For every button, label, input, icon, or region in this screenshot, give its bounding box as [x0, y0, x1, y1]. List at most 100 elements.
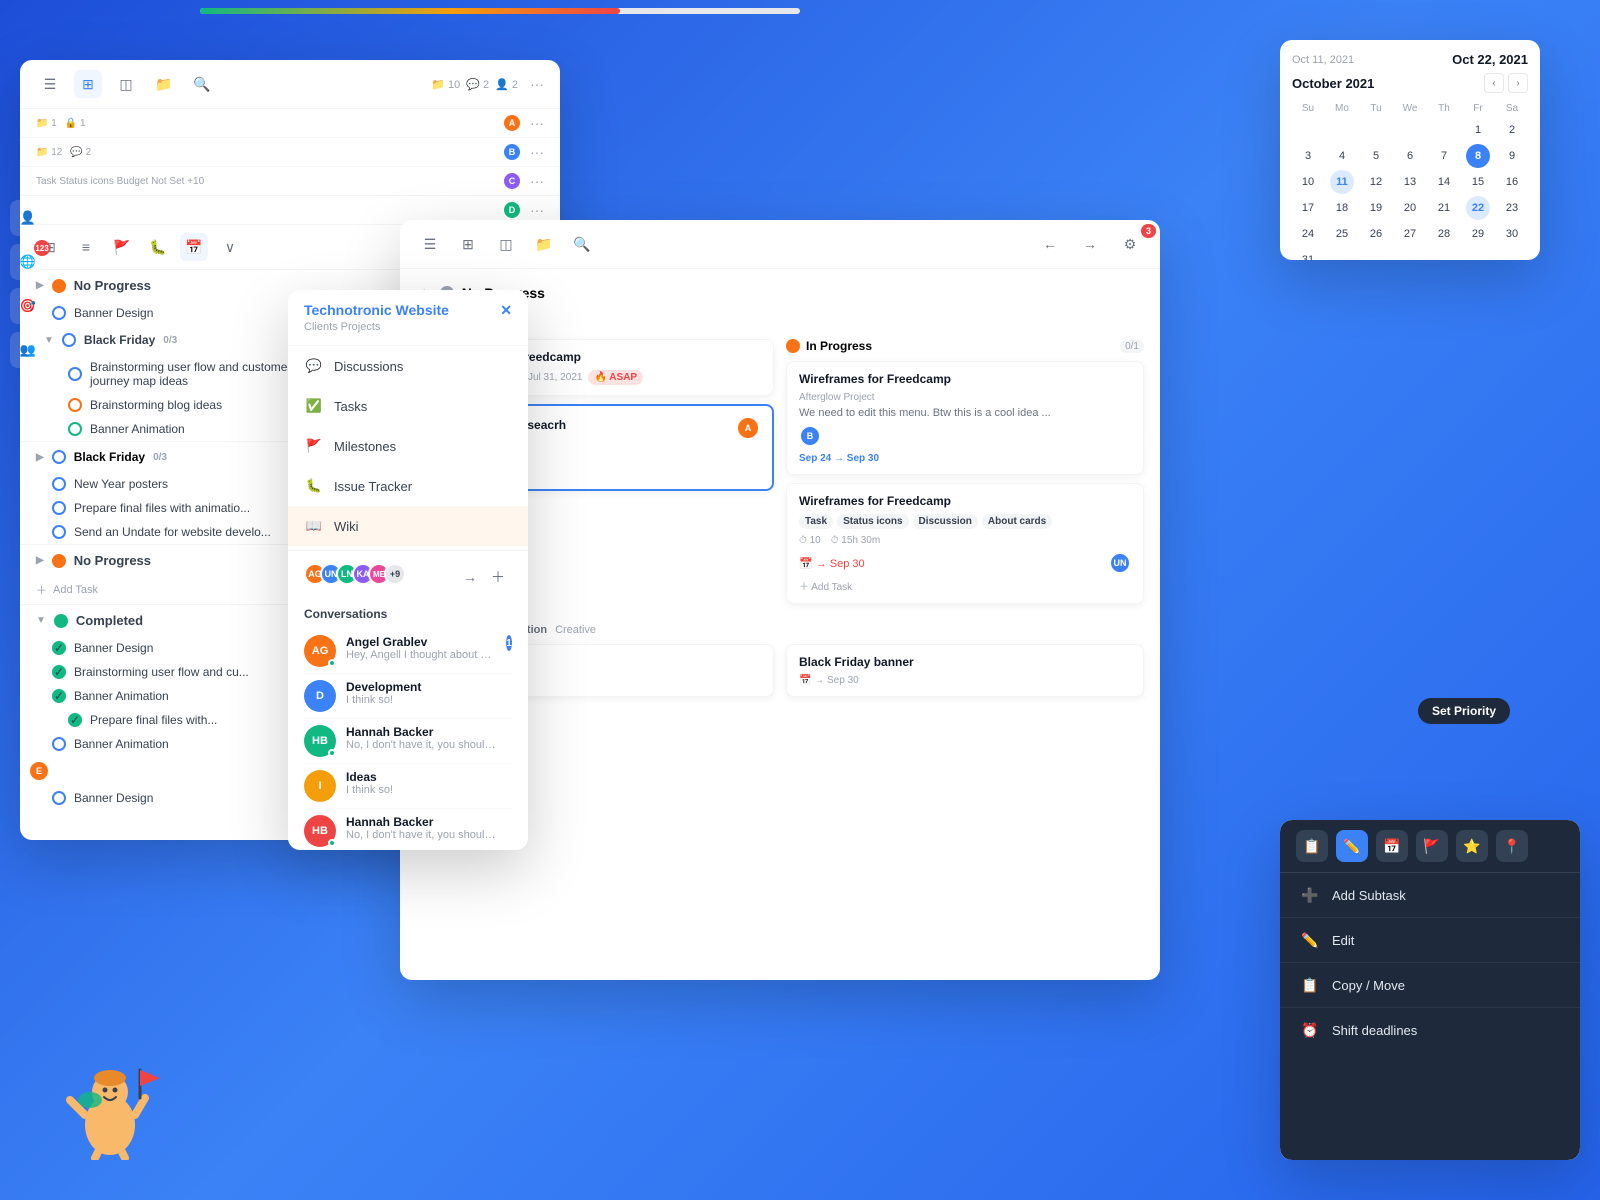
card-ip-1[interactable]: Wireframes for Freedcamp Afterglow Proje… — [786, 361, 1144, 475]
sd-item-discussions[interactable]: 💬 Discussions — [288, 346, 528, 386]
comp-dot — [54, 614, 68, 628]
np2-chevron[interactable]: ▶ — [36, 555, 44, 566]
cal-day-5[interactable]: 5 — [1364, 144, 1388, 168]
card-bf-banner[interactable]: Black Friday banner 📅 → Sep 30 — [786, 644, 1144, 697]
cal-day-28[interactable]: 28 — [1432, 222, 1456, 246]
row2-more[interactable]: ··· — [530, 144, 544, 160]
ctx-btn-pin[interactable]: 📍 — [1496, 830, 1528, 862]
cal-day-24[interactable]: 24 — [1296, 222, 1320, 246]
cal-day-26[interactable]: 26 — [1364, 222, 1388, 246]
conv-item-3[interactable]: HB Hannah Backer No, I don't have it, yo… — [304, 719, 512, 764]
cal-day-13[interactable]: 13 — [1398, 170, 1422, 194]
conv-content-4: Ideas I think so! — [346, 770, 512, 802]
ctx-btn-edit[interactable]: ✏️ — [1336, 830, 1368, 862]
cal-day-20[interactable]: 20 — [1398, 196, 1422, 220]
card-ip-1-meta: B — [799, 425, 1131, 447]
cal-day-27[interactable]: 27 — [1398, 222, 1422, 246]
conv-item-4[interactable]: I Ideas I think so! — [304, 764, 512, 809]
c-forward-icon[interactable]: → — [1076, 230, 1104, 258]
bf2-chevron[interactable]: ▶ — [36, 452, 44, 463]
sd-expand-btn[interactable]: → — [456, 563, 484, 591]
sd-item-milestones[interactable]: 🚩 Milestones — [288, 426, 528, 466]
calendar-icon-toolbar[interactable]: 📅 — [180, 233, 208, 261]
sd-item-issue-tracker[interactable]: 🐛 Issue Tracker — [288, 466, 528, 506]
conv-name-2: Development — [346, 680, 512, 694]
set-priority-bubble[interactable]: Set Priority — [1418, 698, 1510, 724]
c-layers-icon[interactable]: ◫ — [492, 230, 520, 258]
menu-icon[interactable]: ☰ — [36, 70, 64, 98]
ctx-btn-flag[interactable]: 🚩 — [1416, 830, 1448, 862]
cal-day-25[interactable]: 25 — [1330, 222, 1354, 246]
cal-day-7[interactable]: 7 — [1432, 144, 1456, 168]
cal-day-10[interactable]: 10 — [1296, 170, 1320, 194]
cal-day-19[interactable]: 19 — [1364, 196, 1388, 220]
sidebar-icon-profile[interactable]: 👤 — [10, 200, 46, 236]
folder-icon[interactable]: 📁 — [150, 70, 178, 98]
chevron-icon[interactable]: ∨ — [216, 233, 244, 261]
cal-day-30[interactable]: 30 — [1500, 222, 1524, 246]
c-menu-icon[interactable]: ☰ — [416, 230, 444, 258]
ip-label: In Progress — [806, 339, 872, 353]
layers-icon[interactable]: ◫ — [112, 70, 140, 98]
cal-day-2[interactable]: 2 — [1500, 118, 1524, 142]
sd-close-icon[interactable]: ✕ — [500, 302, 512, 319]
comp-chevron[interactable]: ▼ — [36, 615, 46, 626]
cal-day-6[interactable]: 6 — [1398, 144, 1422, 168]
cal-prev-btn[interactable]: ‹ — [1484, 73, 1504, 93]
more-options[interactable]: ··· — [530, 76, 544, 92]
ctx-edit[interactable]: ✏️ Edit — [1280, 918, 1580, 963]
ctx-btn-copy[interactable]: 📋 — [1296, 830, 1328, 862]
grid-icon[interactable]: ⊞ — [74, 70, 102, 98]
flag-icon[interactable]: 🚩 — [108, 233, 136, 261]
conv-text-2: I think so! — [346, 694, 496, 706]
ctx-btn-cal[interactable]: 📅 — [1376, 830, 1408, 862]
cal-day-4[interactable]: 4 — [1330, 144, 1354, 168]
conv-text-3: No, I don't have it, you should ask... — [346, 739, 496, 751]
cal-day-1[interactable]: 1 — [1466, 118, 1490, 142]
comp-check-5 — [52, 737, 66, 751]
row3-more[interactable]: ··· — [530, 173, 544, 189]
conv-item-2[interactable]: D Development I think so! — [304, 674, 512, 719]
cal-day-8[interactable]: 8 — [1466, 144, 1490, 168]
sidebar-icon-target[interactable]: 🎯 — [10, 288, 46, 324]
cal-day-23[interactable]: 23 — [1500, 196, 1524, 220]
conv-item-1[interactable]: AG Angel Grablev Hey, Angell I thought a… — [304, 629, 512, 674]
conv-item-5[interactable]: HB Hannah Backer No, I don't have it, yo… — [304, 809, 512, 850]
card-ip-2-add[interactable]: ＋ Add Task — [799, 578, 1131, 593]
sidebar-icon-global[interactable]: 🌐 123 — [10, 244, 46, 280]
cal-day-11[interactable]: 11 — [1330, 170, 1354, 194]
list-icon[interactable]: ≡ — [72, 233, 100, 261]
cal-day-9[interactable]: 9 — [1500, 144, 1524, 168]
cal-day-22[interactable]: 22 — [1466, 196, 1490, 220]
search-icon[interactable]: 🔍 — [188, 70, 216, 98]
cal-day-15[interactable]: 15 — [1466, 170, 1490, 194]
c-settings-icon[interactable]: ⚙ — [1116, 230, 1144, 258]
c-folder-icon[interactable]: 📁 — [530, 230, 558, 258]
cal-day-3[interactable]: 3 — [1296, 144, 1320, 168]
sidebar-icon-team[interactable]: 👥 — [10, 332, 46, 368]
cal-day-21[interactable]: 21 — [1432, 196, 1456, 220]
cal-day-14[interactable]: 14 — [1432, 170, 1456, 194]
cal-day-16[interactable]: 16 — [1500, 170, 1524, 194]
ctx-copy-move[interactable]: 📋 Copy / Move — [1280, 963, 1580, 1008]
cal-day-31[interactable]: 31 — [1296, 248, 1320, 260]
kanban-in-progress-col: In Progress 0/1 Wireframes for Freedcamp… — [786, 339, 1144, 612]
c-grid-icon[interactable]: ⊞ — [454, 230, 482, 258]
cal-next-btn[interactable]: › — [1508, 73, 1528, 93]
cal-day-17[interactable]: 17 — [1296, 196, 1320, 220]
ctx-add-subtask[interactable]: ➕ Add Subtask — [1280, 873, 1580, 918]
c-back-icon[interactable]: ← — [1036, 230, 1064, 258]
sd-add-btn[interactable]: ＋ — [484, 563, 512, 591]
sd-item-tasks[interactable]: ✅ Tasks — [288, 386, 528, 426]
sd-item-wiki[interactable]: 📖 Wiki — [288, 506, 528, 546]
cal-day-29[interactable]: 29 — [1466, 222, 1490, 246]
c-search-icon[interactable]: 🔍 — [568, 230, 596, 258]
row4-more[interactable]: ··· — [530, 202, 544, 218]
ctx-btn-star[interactable]: ⭐ — [1456, 830, 1488, 862]
ctx-shift-deadlines[interactable]: ⏰ Shift deadlines — [1280, 1008, 1580, 1052]
cal-day-12[interactable]: 12 — [1364, 170, 1388, 194]
card-ip-2[interactable]: Wireframes for Freedcamp Task Status ico… — [786, 483, 1144, 604]
row-more[interactable]: ··· — [530, 115, 544, 131]
cal-day-18[interactable]: 18 — [1330, 196, 1354, 220]
bug-icon[interactable]: 🐛 — [144, 233, 172, 261]
